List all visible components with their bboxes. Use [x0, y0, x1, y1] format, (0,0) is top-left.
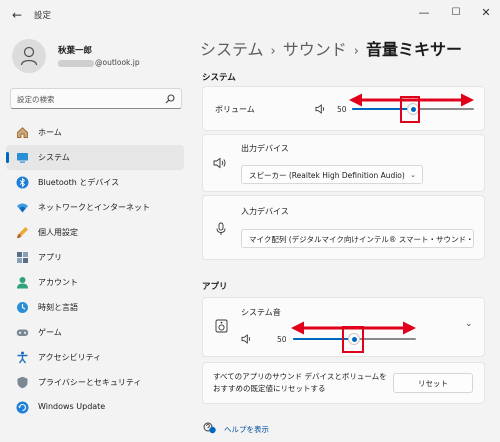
system-icon [17, 153, 28, 163]
bluetooth-icon [16, 176, 29, 189]
avatar[interactable] [12, 39, 46, 73]
sidebar-item-label: Bluetooth とデバイス [38, 178, 120, 187]
sidebar-item-windows-update[interactable]: Windows Update [6, 395, 184, 420]
sidebar-item-apps[interactable]: アプリ [6, 245, 184, 270]
privacy-icon [17, 376, 28, 389]
chevron-down-icon[interactable]: ⌄ [465, 319, 473, 329]
search-box[interactable] [10, 88, 182, 109]
annotation-double-arrow [291, 321, 416, 335]
profile-name: 秋葉一郎 [58, 46, 93, 56]
speaker-icon[interactable] [315, 104, 327, 114]
sidebar-item-time-language[interactable]: 時刻と言語 [6, 295, 184, 320]
sidebar-item-system[interactable]: システム [6, 145, 184, 170]
title-bar: ← 設定 — ☐ ✕ [0, 0, 500, 30]
back-button[interactable]: ← [8, 6, 26, 24]
output-device-label: 出力デバイス [241, 144, 289, 153]
system-sounds-label: システム音 [241, 308, 281, 317]
help-link[interactable]: ヘルプを表示 [224, 424, 269, 435]
windows-update-icon [16, 401, 29, 414]
output-device-card: 出力デバイス スピーカー (Realtek High Definition Au… [202, 134, 485, 192]
sidebar-item-label: 個人用設定 [38, 228, 78, 237]
breadcrumb-separator: › [353, 44, 359, 59]
output-device-value: スピーカー (Realtek High Definition Audio) [249, 171, 405, 180]
sidebar-item-label: アプリ [38, 253, 62, 262]
email-redaction [58, 59, 94, 67]
help-icon [203, 422, 216, 434]
window-title: 設定 [34, 11, 52, 21]
sidebar-item-label: 時刻と言語 [38, 303, 78, 312]
sidebar-item-label: ゲーム [38, 328, 62, 337]
sidebar-item-label: アカウント [38, 278, 78, 287]
breadcrumb-system[interactable]: システム [200, 40, 264, 59]
sidebar-item-accessibility[interactable]: アクセシビリティ [6, 345, 184, 370]
apps-icon [17, 252, 28, 263]
section-heading-system: システム [202, 73, 236, 83]
page-title: 音量ミキサー [365, 40, 462, 59]
profile-email: @outlook.jp [58, 58, 140, 67]
input-device-label: 入力デバイス [241, 207, 289, 216]
search-input[interactable] [17, 93, 162, 105]
sidebar-item-label: ネットワークとインターネット [38, 203, 150, 212]
breadcrumb-separator: › [270, 44, 276, 59]
input-device-dropdown[interactable]: マイク配列 (デジタルマイク向けインテル® スマート・サウンド・テ [241, 229, 474, 248]
sidebar-item-privacy[interactable]: プライバシーとセキュリティ [6, 370, 184, 395]
minimize-button[interactable]: — [413, 4, 435, 22]
section-heading-apps: アプリ [202, 282, 228, 292]
sidebar-item-label: プライバシーとセキュリティ [38, 378, 142, 387]
accessibility-icon [17, 351, 28, 364]
reset-button[interactable]: リセット [393, 373, 473, 393]
reset-card: すべてのアプリのサウンド デバイスとボリュームをおすすめの既定値にリセットする … [202, 362, 485, 404]
personalization-icon [17, 227, 28, 239]
back-arrow-icon: ← [11, 8, 23, 22]
sidebar-item-gaming[interactable]: ゲーム [6, 320, 184, 345]
sidebar-item-network[interactable]: ネットワークとインターネット [6, 195, 184, 220]
speaker-icon[interactable] [241, 334, 253, 344]
account-icon [17, 277, 28, 289]
reset-description: すべてのアプリのサウンド デバイスとボリュームをおすすめの既定値にリセットする [213, 372, 387, 393]
breadcrumb: システム › サウンド › 音量ミキサー [200, 36, 462, 60]
home-icon [17, 127, 28, 138]
sidebar-item-label: Windows Update [38, 402, 106, 411]
sidebar-nav: ホーム システム Bluetooth とデバイス ネットワークとインターネット … [6, 120, 184, 420]
system-sounds-icon [215, 319, 228, 333]
system-sounds-value: 50 [277, 335, 287, 344]
sidebar-item-accounts[interactable]: アカウント [6, 270, 184, 295]
maximize-button[interactable]: ☐ [445, 4, 467, 22]
sidebar-item-bluetooth[interactable]: Bluetooth とデバイス [6, 170, 184, 195]
search-icon[interactable] [165, 94, 175, 104]
gaming-icon [16, 329, 29, 336]
time-language-icon [17, 302, 28, 313]
annotation-double-arrow [349, 93, 474, 107]
input-device-card: 入力デバイス マイク配列 (デジタルマイク向けインテル® スマート・サウンド・テ [202, 195, 485, 260]
breadcrumb-sound[interactable]: サウンド [283, 40, 347, 59]
sidebar-item-personalization[interactable]: 個人用設定 [6, 220, 184, 245]
close-button[interactable]: ✕ [475, 4, 497, 22]
speaker-output-icon [213, 157, 226, 169]
person-icon [20, 46, 38, 66]
volume-label: ボリューム [215, 105, 255, 114]
chevron-down-icon: ⌄ [410, 171, 416, 179]
sidebar-item-home[interactable]: ホーム [6, 120, 184, 145]
volume-value: 50 [337, 105, 347, 114]
microphone-icon [216, 222, 226, 235]
sidebar-item-label: ホーム [38, 128, 62, 137]
output-device-dropdown[interactable]: スピーカー (Realtek High Definition Audio) ⌄ [241, 165, 423, 184]
input-device-value: マイク配列 (デジタルマイク向けインテル® スマート・サウンド・テ [249, 235, 471, 244]
sidebar-item-label: アクセシビリティ [38, 353, 102, 362]
sidebar-item-label: システム [38, 153, 70, 162]
network-icon [17, 203, 28, 213]
